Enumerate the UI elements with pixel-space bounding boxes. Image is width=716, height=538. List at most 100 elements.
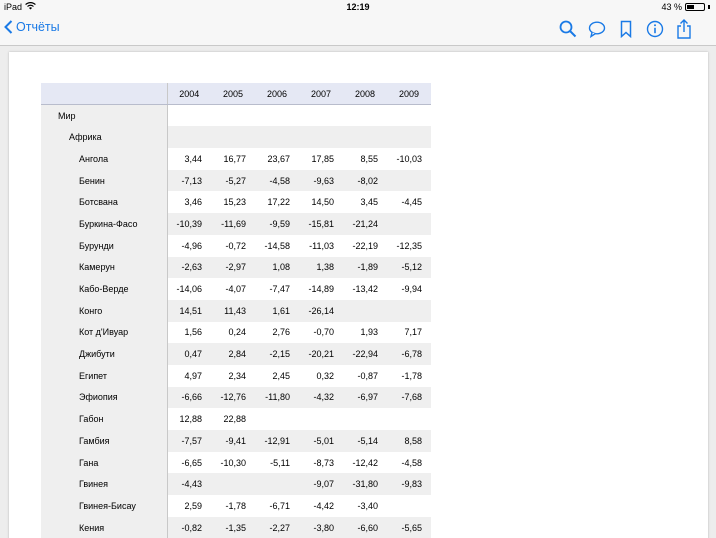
value-cell[interactable] xyxy=(211,473,255,496)
value-cell[interactable]: -14,89 xyxy=(299,278,343,300)
table-row[interactable]: Ангола 3,44 16,77 23,67 17,85 8,55 -10,03 xyxy=(41,148,431,170)
value-cell[interactable]: 2,45 xyxy=(255,365,299,387)
value-cell[interactable]: -9,94 xyxy=(387,278,431,300)
value-cell[interactable]: -4,32 xyxy=(299,386,343,409)
value-cell[interactable]: -14,06 xyxy=(167,278,211,300)
value-cell[interactable]: 0,32 xyxy=(299,365,343,387)
value-cell[interactable]: -6,78 xyxy=(387,343,431,365)
value-cell[interactable]: -20,21 xyxy=(299,343,343,365)
table-row[interactable]: Кот д'Ивуар 1,56 0,24 2,76 -0,70 1,93 7,17 xyxy=(41,321,431,344)
value-cell[interactable] xyxy=(211,105,255,127)
value-cell[interactable]: 4,97 xyxy=(167,365,211,387)
value-cell[interactable]: -11,03 xyxy=(299,235,343,257)
value-cell[interactable]: 1,56 xyxy=(167,322,211,344)
table-row[interactable]: Кабо-Верде -14,06 -4,07 -7,47 -14,89 -13,42 -9… xyxy=(41,278,431,300)
value-cell[interactable] xyxy=(343,408,387,430)
value-cell[interactable]: -22,19 xyxy=(343,235,387,257)
value-cell[interactable] xyxy=(299,126,343,149)
value-cell[interactable]: -31,80 xyxy=(343,473,387,496)
value-cell[interactable]: -2,63 xyxy=(167,256,211,279)
value-cell[interactable]: -7,68 xyxy=(387,386,431,409)
value-cell[interactable] xyxy=(167,105,211,127)
row-label[interactable]: Бенин xyxy=(41,169,168,192)
value-cell[interactable]: 16,77 xyxy=(211,148,255,170)
year-header[interactable]: 2007 xyxy=(299,83,343,106)
value-cell[interactable]: 0,24 xyxy=(211,322,255,344)
value-cell[interactable]: -1,35 xyxy=(211,516,255,538)
value-cell[interactable]: -9,59 xyxy=(255,213,299,235)
value-cell[interactable]: -6,97 xyxy=(343,386,387,409)
table-row[interactable]: Гвинея-Бисау 2,59 -1,78 -6,71 -4,42 -3,40 xyxy=(41,495,431,517)
value-cell[interactable]: -15,81 xyxy=(299,213,343,235)
value-cell[interactable] xyxy=(299,105,343,127)
row-label[interactable]: Гамбия xyxy=(41,430,168,452)
value-cell[interactable]: -11,69 xyxy=(211,213,255,235)
table-row[interactable]: Бенин -7,13 -5,27 -4,58 -9,63 -8,02 xyxy=(41,169,431,192)
value-cell[interactable]: -0,70 xyxy=(299,322,343,344)
value-cell[interactable]: 0,47 xyxy=(167,343,211,365)
value-cell[interactable]: -6,66 xyxy=(167,386,211,409)
value-cell[interactable] xyxy=(387,126,431,149)
share-icon[interactable] xyxy=(674,19,694,39)
value-cell[interactable]: -12,42 xyxy=(343,452,387,474)
value-cell[interactable]: 2,59 xyxy=(167,495,211,517)
value-cell[interactable]: 1,93 xyxy=(343,322,387,344)
year-header[interactable]: 2005 xyxy=(211,83,255,106)
table-row[interactable]: Гвинея -4,43 -9,07 -31,80 -9,83 xyxy=(41,473,431,496)
value-cell[interactable]: -12,91 xyxy=(255,430,299,452)
year-header[interactable]: 2008 xyxy=(343,83,387,106)
value-cell[interactable]: -5,65 xyxy=(387,516,431,538)
value-cell[interactable]: -4,58 xyxy=(255,169,299,192)
table-row[interactable]: Мир xyxy=(41,104,431,127)
value-cell[interactable]: 2,34 xyxy=(211,365,255,387)
row-label[interactable]: Буркина-Фасо xyxy=(41,213,168,235)
value-cell[interactable] xyxy=(255,126,299,149)
table-row[interactable]: Джибути 0,47 2,84 -2,15 -20,21 -22,94 -6,78 xyxy=(41,343,431,365)
bookmark-icon[interactable] xyxy=(616,19,636,39)
value-cell[interactable]: 14,50 xyxy=(299,191,343,213)
value-cell[interactable]: -6,65 xyxy=(167,452,211,474)
value-cell[interactable]: -3,40 xyxy=(343,495,387,517)
value-cell[interactable]: 12,88 xyxy=(167,408,211,430)
row-label[interactable]: Ботсвана xyxy=(41,191,168,214)
value-cell[interactable]: 7,17 xyxy=(387,322,431,344)
row-label[interactable]: Гвинея-Бисау xyxy=(41,495,168,517)
value-cell[interactable]: -5,01 xyxy=(299,430,343,452)
value-cell[interactable]: -10,03 xyxy=(387,148,431,170)
value-cell[interactable] xyxy=(343,126,387,149)
comment-icon[interactable] xyxy=(587,19,607,39)
value-cell[interactable]: -2,97 xyxy=(211,256,255,279)
year-header[interactable]: 2009 xyxy=(387,83,431,106)
value-cell[interactable]: 1,61 xyxy=(255,299,299,322)
value-cell[interactable]: 22,88 xyxy=(211,408,255,430)
row-label[interactable]: Гана xyxy=(41,451,168,474)
value-cell[interactable]: -3,80 xyxy=(299,516,343,538)
value-cell[interactable]: -7,13 xyxy=(167,169,211,192)
value-cell[interactable]: -13,42 xyxy=(343,278,387,300)
row-label[interactable]: Бурунди xyxy=(41,234,168,257)
value-cell[interactable]: -0,82 xyxy=(167,516,211,538)
table-row[interactable]: Египет 4,97 2,34 2,45 0,32 -0,87 -1,78 xyxy=(41,364,431,387)
value-cell[interactable]: -1,89 xyxy=(343,256,387,279)
table-row[interactable]: Африка xyxy=(41,126,431,149)
row-label[interactable]: Гвинея xyxy=(41,473,168,496)
value-cell[interactable]: -26,14 xyxy=(299,299,343,322)
value-cell[interactable]: 1,08 xyxy=(255,256,299,279)
value-cell[interactable] xyxy=(387,105,431,127)
value-cell[interactable]: 11,43 xyxy=(211,299,255,322)
row-label[interactable]: Джибути xyxy=(41,343,168,365)
row-label[interactable]: Камерун xyxy=(41,256,168,279)
value-cell[interactable]: -1,78 xyxy=(211,495,255,517)
value-cell[interactable] xyxy=(387,213,431,235)
value-cell[interactable]: -5,12 xyxy=(387,256,431,279)
row-label[interactable]: Кения xyxy=(41,516,168,538)
value-cell[interactable]: -21,24 xyxy=(343,213,387,235)
value-cell[interactable]: -8,02 xyxy=(343,169,387,192)
value-cell[interactable] xyxy=(387,495,431,517)
value-cell[interactable]: 17,85 xyxy=(299,148,343,170)
value-cell[interactable]: 2,76 xyxy=(255,322,299,344)
table-row[interactable]: Буркина-Фасо -10,39 -11,69 -9,59 -15,81 -21,2… xyxy=(41,213,431,235)
value-cell[interactable] xyxy=(211,126,255,149)
value-cell[interactable]: -10,30 xyxy=(211,452,255,474)
value-cell[interactable]: -4,96 xyxy=(167,235,211,257)
